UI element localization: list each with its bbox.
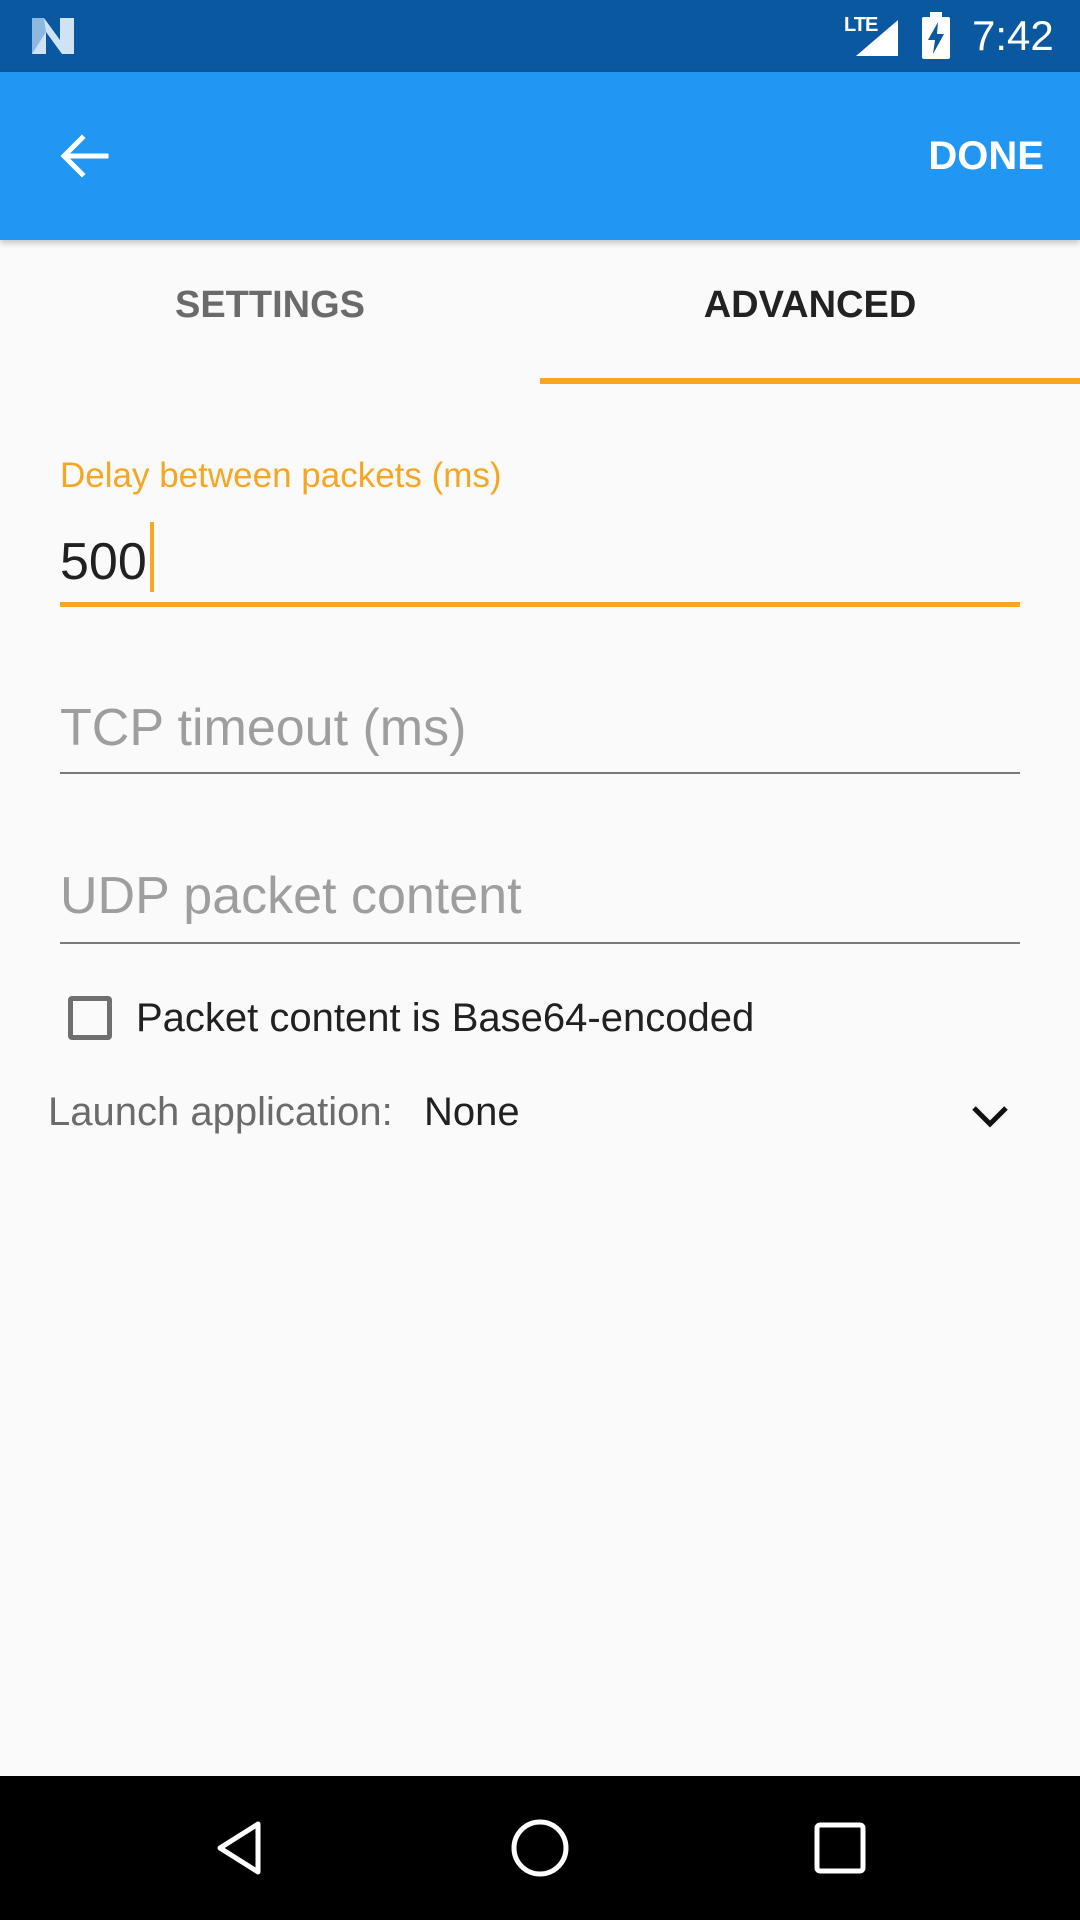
- recents-square-icon: [814, 1822, 866, 1874]
- signal-icon: [856, 20, 898, 56]
- system-nav-bar: [0, 1776, 1080, 1920]
- base64-checkbox-label: Packet content is Base64-encoded: [136, 995, 755, 1040]
- nav-back-button[interactable]: [196, 1804, 284, 1892]
- delay-field-value: 500: [60, 533, 147, 591]
- udp-content-placeholder: UDP packet content: [60, 867, 522, 925]
- delay-field[interactable]: 500: [60, 516, 1020, 612]
- status-clock: 7:42: [972, 12, 1054, 59]
- text-cursor: [150, 522, 154, 592]
- tcp-timeout-placeholder: TCP timeout (ms): [60, 699, 467, 757]
- back-triangle-icon: [217, 1821, 261, 1875]
- tcp-timeout-field[interactable]: TCP timeout (ms): [60, 686, 1020, 778]
- tab-settings[interactable]: SETTINGS: [0, 240, 540, 384]
- done-button[interactable]: DONE: [928, 128, 1044, 184]
- tab-bar: SETTINGS ADVANCED: [0, 240, 1080, 384]
- launch-application-value: None: [424, 1090, 520, 1134]
- home-circle-icon: [511, 1819, 569, 1877]
- arrow-back-icon: [60, 134, 109, 178]
- udp-content-underline: [60, 942, 1020, 944]
- tab-indicator: [540, 378, 1080, 384]
- base64-checkbox-row[interactable]: Packet content is Base64-encoded: [68, 988, 754, 1048]
- tcp-timeout-underline: [60, 772, 1020, 774]
- back-button[interactable]: [40, 112, 128, 200]
- nav-home-button[interactable]: [496, 1804, 584, 1892]
- base64-checkbox[interactable]: [68, 996, 112, 1040]
- status-bar: LTE 7:42: [0, 0, 1080, 72]
- n-logo-icon: [32, 18, 74, 54]
- chevron-down-icon[interactable]: [964, 1090, 1016, 1142]
- delay-field-underline: [60, 602, 1020, 607]
- launch-application-select[interactable]: Launch application: None: [48, 1084, 1028, 1148]
- delay-field-label: Delay between packets (ms): [60, 456, 502, 495]
- battery-charging-icon: [922, 12, 950, 59]
- udp-content-field[interactable]: UDP packet content: [60, 854, 1020, 946]
- tab-advanced[interactable]: ADVANCED: [540, 240, 1080, 384]
- app-bar: DONE: [0, 72, 1080, 240]
- launch-application-label: Launch application:: [48, 1090, 393, 1134]
- nav-recents-button[interactable]: [796, 1804, 884, 1892]
